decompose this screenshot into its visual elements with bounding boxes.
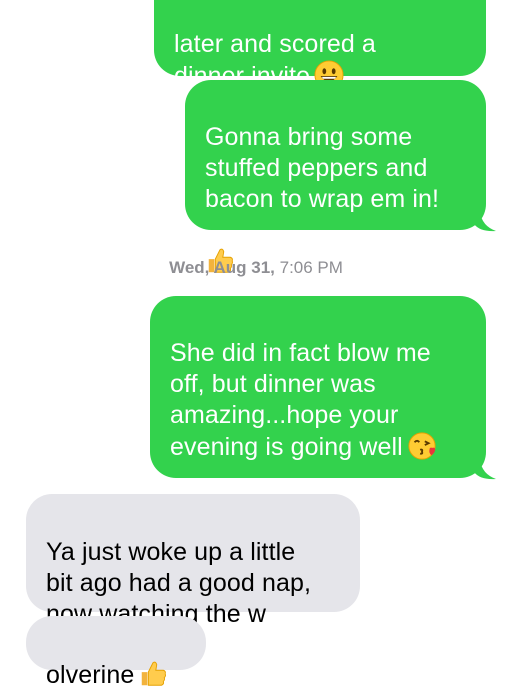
- sent-message-bubble[interactable]: She did in fact blow me off, but dinner …: [150, 296, 486, 523]
- message-thread: later and scored a dinner invite Gonna b…: [0, 0, 512, 689]
- sent-message-bubble[interactable]: later and scored a dinner invite: [154, 0, 486, 90]
- bubble-tail: [474, 460, 496, 480]
- timestamp-divider: Wed, Aug 31, 7:06 PM: [0, 258, 512, 278]
- message-text: Ya just woke up a little bit ago had a g…: [46, 538, 312, 628]
- received-message-bubble[interactable]: Ya just woke up a little bit ago had a g…: [26, 494, 360, 628]
- message-text: olverine: [46, 661, 135, 689]
- received-message-bubble[interactable]: olverine: [26, 616, 206, 689]
- timestamp-day: Wed, Aug 31,: [169, 258, 275, 277]
- message-text: She did in fact blow me off, but dinner …: [170, 339, 431, 461]
- thumbs-up-emoji-icon: [142, 661, 167, 686]
- face-blowing-kiss-emoji-icon: [408, 432, 436, 460]
- bubble-tail: [474, 212, 496, 232]
- sent-message-bubble[interactable]: Gonna bring some stuffed peppers and bac…: [185, 80, 486, 273]
- message-text: Gonna bring some stuffed peppers and bac…: [205, 123, 440, 213]
- timestamp-time: 7:06 PM: [279, 258, 343, 277]
